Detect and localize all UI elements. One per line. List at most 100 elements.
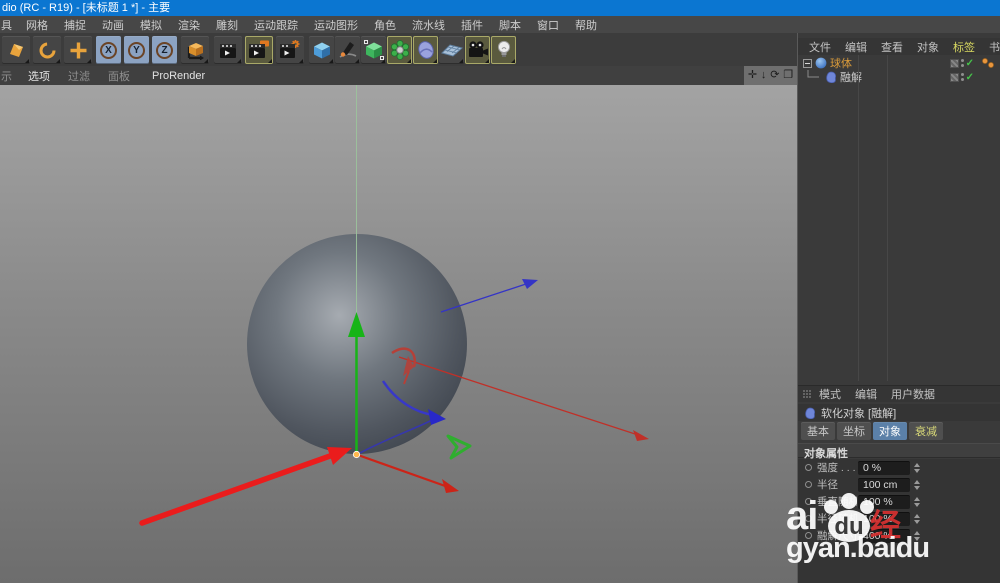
options-item-display[interactable]: 示: [0, 68, 19, 84]
am-menu-mode[interactable]: 模式: [812, 386, 848, 402]
render-settings-button[interactable]: [276, 36, 304, 64]
menu-item-motion-tracker[interactable]: 运动跟踪: [246, 17, 306, 33]
window-titlebar: dio (RC - R19) - [未标题 1 *] - 主要: [0, 0, 1000, 16]
layer-square-icon[interactable]: [950, 59, 959, 68]
menu-item-simulate[interactable]: 模拟: [132, 17, 170, 33]
phong-tag-icon[interactable]: [980, 57, 996, 69]
am-object-title: 软化对象 [融解]: [821, 405, 896, 421]
rotation-handle-green[interactable]: [448, 436, 470, 458]
add-environment-button[interactable]: [439, 36, 464, 64]
menu-item-animate[interactable]: 动画: [94, 17, 132, 33]
viewport-pan-icon[interactable]: ✛: [748, 66, 757, 85]
render-view-button[interactable]: [214, 36, 242, 64]
om-menu-view[interactable]: 查看: [874, 39, 910, 55]
menu-item-character[interactable]: 角色: [366, 17, 404, 33]
menu-item-render[interactable]: 渲染: [170, 17, 208, 33]
menu-item-mesh[interactable]: 网格: [18, 17, 56, 33]
menu-item-mograph[interactable]: 运动图形: [306, 17, 366, 33]
menu-item-sculpt[interactable]: 雕刻: [208, 17, 246, 33]
menu-item-tools[interactable]: 具: [0, 17, 18, 33]
keyframe-circle-icon[interactable]: [805, 532, 812, 539]
object-row-melt[interactable]: 融解 ✓: [798, 70, 1000, 84]
stepper-arrows[interactable]: [914, 497, 920, 507]
strength-input[interactable]: 0 %: [858, 461, 910, 475]
coordinate-system-icon: [185, 40, 205, 60]
viewport-3d[interactable]: [0, 85, 797, 583]
stepper-arrows[interactable]: [914, 480, 920, 490]
options-item-prorender[interactable]: ProRender: [143, 70, 214, 82]
expand-toggle-icon[interactable]: [803, 59, 812, 68]
axis-z-lock-button[interactable]: Z: [152, 36, 177, 64]
menu-item-window[interactable]: 窗口: [529, 17, 567, 33]
tab-coordinates[interactable]: 坐标: [837, 422, 871, 440]
viewport-toggle-icon[interactable]: ❐: [783, 66, 793, 85]
viewport-zoom-icon[interactable]: ↓: [761, 66, 767, 85]
panel-grip-icon[interactable]: [802, 389, 812, 399]
am-menu-edit[interactable]: 编辑: [848, 386, 884, 402]
add-camera-button[interactable]: [465, 36, 490, 64]
tab-falloff[interactable]: 衰减: [909, 422, 943, 440]
spline-pen-icon: [338, 40, 358, 60]
add-spline-button[interactable]: [335, 36, 360, 64]
add-light-button[interactable]: [491, 36, 516, 64]
axis-y-lock-button[interactable]: Y: [124, 36, 149, 64]
om-menu-edit[interactable]: 编辑: [838, 39, 874, 55]
viewport-scene: [0, 85, 797, 583]
layer-square-icon[interactable]: [950, 73, 959, 82]
am-object-header: 软化对象 [融解]: [798, 404, 1000, 421]
menu-item-script[interactable]: 脚本: [491, 17, 529, 33]
main-toolbar: X Y Z: [0, 33, 797, 66]
radius-randomness-input[interactable]: 100 %: [858, 512, 910, 526]
rotate-tool-button[interactable]: [33, 36, 61, 64]
options-item-panel[interactable]: 面板: [99, 68, 139, 84]
enabled-check-icon[interactable]: ✓: [966, 72, 974, 83]
om-menu-bookmarks[interactable]: 书签: [982, 39, 1000, 55]
generator-cube-icon: [364, 40, 384, 60]
keyframe-circle-icon[interactable]: [805, 498, 812, 505]
visibility-dots-icon[interactable]: [961, 73, 964, 81]
enabled-check-icon[interactable]: ✓: [966, 58, 974, 69]
property-label: 融解尺寸: [817, 528, 857, 543]
coordinate-system-button[interactable]: [181, 36, 209, 64]
menu-item-help[interactable]: 帮助: [567, 17, 605, 33]
tab-basic[interactable]: 基本: [801, 422, 835, 440]
object-row-sphere[interactable]: 球体 ✓: [798, 56, 1000, 70]
stepper-arrows[interactable]: [914, 463, 920, 473]
scale-tool-button[interactable]: [2, 36, 30, 64]
options-item-options[interactable]: 选项: [19, 68, 59, 84]
om-menu-tags[interactable]: 标签: [946, 39, 982, 55]
keyframe-circle-icon[interactable]: [805, 481, 812, 488]
gizmo-x-handle[interactable]: [358, 455, 459, 493]
add-primitive-button[interactable]: [309, 36, 334, 64]
menu-item-snap[interactable]: 捕捉: [56, 17, 94, 33]
vertical-randomness-input[interactable]: 100 %: [858, 495, 910, 509]
melt-deformer-icon: [804, 407, 816, 419]
keyframe-circle-icon[interactable]: [805, 515, 812, 522]
stepper-arrows[interactable]: [914, 514, 920, 524]
menu-item-pipeline[interactable]: 流水线: [404, 17, 453, 33]
render-to-picture-viewer-button[interactable]: [245, 36, 273, 64]
render-to-picture-viewer-icon: [248, 40, 270, 60]
move-tool-button[interactable]: [64, 36, 92, 64]
tab-object[interactable]: 对象: [873, 422, 907, 440]
add-deformer-button[interactable]: [413, 36, 438, 64]
viewport-rotate-icon[interactable]: ⟳: [770, 66, 779, 85]
om-column-divider: [858, 55, 859, 381]
stepper-arrows[interactable]: [914, 531, 920, 541]
melt-size-input[interactable]: 400 %: [858, 529, 910, 543]
radius-input[interactable]: 100 cm: [858, 478, 910, 492]
add-mograph-button[interactable]: [387, 36, 412, 64]
gizmo-origin-point[interactable]: [353, 451, 359, 457]
visibility-dots-icon[interactable]: [961, 59, 964, 67]
am-menu-userdata[interactable]: 用户数据: [884, 386, 942, 402]
keyframe-circle-icon[interactable]: [805, 464, 812, 471]
add-generator-button[interactable]: [361, 36, 386, 64]
scale-tool-icon: [7, 41, 26, 60]
axis-x-lock-button[interactable]: X: [96, 36, 121, 64]
om-menu-object[interactable]: 对象: [910, 39, 946, 55]
property-row-strength: 强度 . . . 0 %: [798, 459, 1000, 476]
tree-connector: [803, 70, 825, 84]
menu-item-plugins[interactable]: 插件: [453, 17, 491, 33]
om-menu-file[interactable]: 文件: [802, 39, 838, 55]
options-item-filter[interactable]: 过滤: [59, 68, 99, 84]
